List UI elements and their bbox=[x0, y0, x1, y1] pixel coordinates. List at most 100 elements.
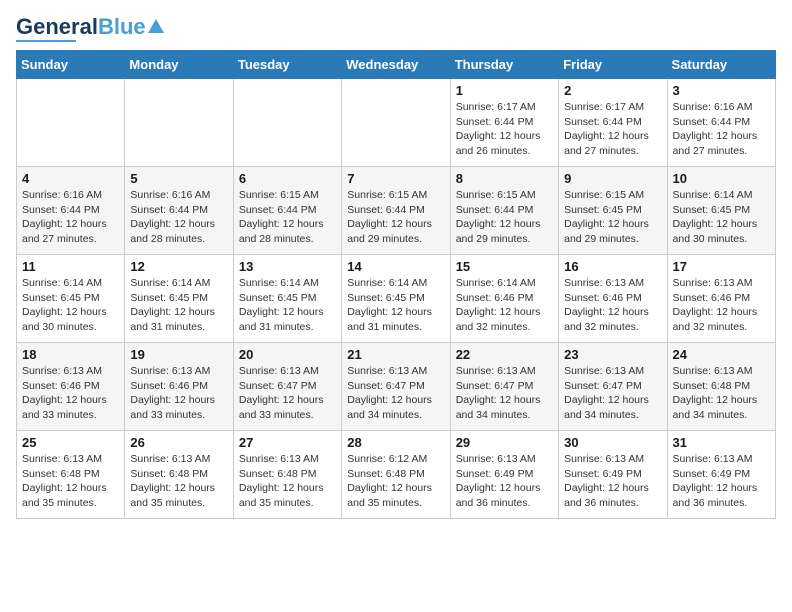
calendar-week-1: 1 Sunrise: 6:17 AMSunset: 6:44 PMDaylight… bbox=[17, 79, 776, 167]
calendar-cell: 13Sunrise: 6:14 AMSunset: 6:45 PMDayligh… bbox=[233, 255, 341, 343]
day-number: 13 bbox=[239, 259, 336, 274]
header-day-sunday: Sunday bbox=[17, 51, 125, 79]
day-info: Sunrise: 6:13 AMSunset: 6:46 PMDaylight:… bbox=[564, 276, 661, 335]
day-number: 21 bbox=[347, 347, 444, 362]
day-info: Sunrise: 6:14 AMSunset: 6:45 PMDaylight:… bbox=[22, 276, 119, 335]
header-day-saturday: Saturday bbox=[667, 51, 775, 79]
day-info: Sunrise: 6:13 AMSunset: 6:46 PMDaylight:… bbox=[673, 276, 770, 335]
day-info: Sunrise: 6:13 AMSunset: 6:48 PMDaylight:… bbox=[239, 452, 336, 511]
day-number: 5 bbox=[130, 171, 227, 186]
calendar-cell: 30 Sunrise: 6:13 AMSunset: 6:49 PMDayligh… bbox=[559, 431, 667, 519]
header-day-thursday: Thursday bbox=[450, 51, 558, 79]
header-day-wednesday: Wednesday bbox=[342, 51, 450, 79]
day-info: Sunrise: 6:15 AMSunset: 6:44 PMDaylight:… bbox=[347, 188, 444, 247]
day-number: 3 bbox=[673, 83, 770, 98]
calendar-cell: 27Sunrise: 6:13 AMSunset: 6:48 PMDayligh… bbox=[233, 431, 341, 519]
calendar-cell: 2 Sunrise: 6:17 AMSunset: 6:44 PMDaylight… bbox=[559, 79, 667, 167]
calendar-cell: 21 Sunrise: 6:13 AMSunset: 6:47 PMDayligh… bbox=[342, 343, 450, 431]
calendar-cell: 16 Sunrise: 6:13 AMSunset: 6:46 PMDayligh… bbox=[559, 255, 667, 343]
calendar-cell: 12Sunrise: 6:14 AMSunset: 6:45 PMDayligh… bbox=[125, 255, 233, 343]
calendar-cell: 17Sunrise: 6:13 AMSunset: 6:46 PMDayligh… bbox=[667, 255, 775, 343]
calendar-week-4: 18 Sunrise: 6:13 AMSunset: 6:46 PMDayligh… bbox=[17, 343, 776, 431]
calendar-week-5: 25 Sunrise: 6:13 AMSunset: 6:48 PMDayligh… bbox=[17, 431, 776, 519]
calendar-cell: 4 Sunrise: 6:16 AMSunset: 6:44 PMDaylight… bbox=[17, 167, 125, 255]
calendar-cell: 19 Sunrise: 6:13 AMSunset: 6:46 PMDayligh… bbox=[125, 343, 233, 431]
day-number: 15 bbox=[456, 259, 553, 274]
calendar-cell: 7Sunrise: 6:15 AMSunset: 6:44 PMDaylight… bbox=[342, 167, 450, 255]
calendar-cell: 15 Sunrise: 6:14 AMSunset: 6:46 PMDayligh… bbox=[450, 255, 558, 343]
day-info: Sunrise: 6:13 AMSunset: 6:49 PMDaylight:… bbox=[673, 452, 770, 511]
day-number: 19 bbox=[130, 347, 227, 362]
calendar-cell: 8Sunrise: 6:15 AMSunset: 6:44 PMDaylight… bbox=[450, 167, 558, 255]
day-info: Sunrise: 6:16 AMSunset: 6:44 PMDaylight:… bbox=[22, 188, 119, 247]
calendar-cell: 3 Sunrise: 6:16 AMSunset: 6:44 PMDaylight… bbox=[667, 79, 775, 167]
day-number: 25 bbox=[22, 435, 119, 450]
calendar-cell: 1 Sunrise: 6:17 AMSunset: 6:44 PMDaylight… bbox=[450, 79, 558, 167]
logo-icon bbox=[148, 19, 164, 35]
calendar-cell: 20Sunrise: 6:13 AMSunset: 6:47 PMDayligh… bbox=[233, 343, 341, 431]
day-info: Sunrise: 6:17 AMSunset: 6:44 PMDaylight:… bbox=[564, 100, 661, 159]
calendar-cell: 9Sunrise: 6:15 AMSunset: 6:45 PMDaylight… bbox=[559, 167, 667, 255]
calendar-cell: 18 Sunrise: 6:13 AMSunset: 6:46 PMDayligh… bbox=[17, 343, 125, 431]
day-number: 23 bbox=[564, 347, 661, 362]
day-info: Sunrise: 6:13 AMSunset: 6:47 PMDaylight:… bbox=[347, 364, 444, 423]
day-info: Sunrise: 6:13 AMSunset: 6:49 PMDaylight:… bbox=[456, 452, 553, 511]
day-number: 2 bbox=[564, 83, 661, 98]
day-number: 14 bbox=[347, 259, 444, 274]
day-info: Sunrise: 6:13 AMSunset: 6:46 PMDaylight:… bbox=[22, 364, 119, 423]
calendar-cell: 11 Sunrise: 6:14 AMSunset: 6:45 PMDayligh… bbox=[17, 255, 125, 343]
day-info: Sunrise: 6:13 AMSunset: 6:47 PMDaylight:… bbox=[456, 364, 553, 423]
day-info: Sunrise: 6:16 AMSunset: 6:44 PMDaylight:… bbox=[673, 100, 770, 159]
logo-underline bbox=[16, 40, 76, 42]
calendar-cell: 6Sunrise: 6:15 AMSunset: 6:44 PMDaylight… bbox=[233, 167, 341, 255]
day-info: Sunrise: 6:13 AMSunset: 6:48 PMDaylight:… bbox=[22, 452, 119, 511]
header-day-tuesday: Tuesday bbox=[233, 51, 341, 79]
day-info: Sunrise: 6:17 AMSunset: 6:44 PMDaylight:… bbox=[456, 100, 553, 159]
calendar-cell: 23 Sunrise: 6:13 AMSunset: 6:47 PMDayligh… bbox=[559, 343, 667, 431]
calendar-cell: 29Sunrise: 6:13 AMSunset: 6:49 PMDayligh… bbox=[450, 431, 558, 519]
calendar-cell: 28 Sunrise: 6:12 AMSunset: 6:48 PMDayligh… bbox=[342, 431, 450, 519]
day-number: 11 bbox=[22, 259, 119, 274]
calendar-cell: 31Sunrise: 6:13 AMSunset: 6:49 PMDayligh… bbox=[667, 431, 775, 519]
day-number: 10 bbox=[673, 171, 770, 186]
day-info: Sunrise: 6:14 AMSunset: 6:46 PMDaylight:… bbox=[456, 276, 553, 335]
day-number: 30 bbox=[564, 435, 661, 450]
calendar-cell bbox=[233, 79, 341, 167]
header-day-friday: Friday bbox=[559, 51, 667, 79]
day-info: Sunrise: 6:12 AMSunset: 6:48 PMDaylight:… bbox=[347, 452, 444, 511]
header-day-monday: Monday bbox=[125, 51, 233, 79]
day-info: Sunrise: 6:13 AMSunset: 6:49 PMDaylight:… bbox=[564, 452, 661, 511]
logo: GeneralBlue bbox=[16, 16, 164, 42]
day-info: Sunrise: 6:13 AMSunset: 6:47 PMDaylight:… bbox=[564, 364, 661, 423]
day-info: Sunrise: 6:14 AMSunset: 6:45 PMDaylight:… bbox=[130, 276, 227, 335]
day-info: Sunrise: 6:13 AMSunset: 6:46 PMDaylight:… bbox=[130, 364, 227, 423]
calendar-cell: 26 Sunrise: 6:13 AMSunset: 6:48 PMDayligh… bbox=[125, 431, 233, 519]
day-info: Sunrise: 6:15 AMSunset: 6:45 PMDaylight:… bbox=[564, 188, 661, 247]
day-number: 4 bbox=[22, 171, 119, 186]
calendar-cell bbox=[17, 79, 125, 167]
day-info: Sunrise: 6:13 AMSunset: 6:47 PMDaylight:… bbox=[239, 364, 336, 423]
day-number: 1 bbox=[456, 83, 553, 98]
calendar-cell: 24Sunrise: 6:13 AMSunset: 6:48 PMDayligh… bbox=[667, 343, 775, 431]
logo-text: GeneralBlue bbox=[16, 16, 146, 38]
calendar-cell: 5 Sunrise: 6:16 AMSunset: 6:44 PMDaylight… bbox=[125, 167, 233, 255]
day-info: Sunrise: 6:14 AMSunset: 6:45 PMDaylight:… bbox=[673, 188, 770, 247]
page-header: GeneralBlue bbox=[16, 16, 776, 42]
day-number: 22 bbox=[456, 347, 553, 362]
day-number: 6 bbox=[239, 171, 336, 186]
day-info: Sunrise: 6:13 AMSunset: 6:48 PMDaylight:… bbox=[130, 452, 227, 511]
day-number: 18 bbox=[22, 347, 119, 362]
day-info: Sunrise: 6:13 AMSunset: 6:48 PMDaylight:… bbox=[673, 364, 770, 423]
calendar-cell: 14 Sunrise: 6:14 AMSunset: 6:45 PMDayligh… bbox=[342, 255, 450, 343]
calendar-cell: 22 Sunrise: 6:13 AMSunset: 6:47 PMDayligh… bbox=[450, 343, 558, 431]
day-number: 16 bbox=[564, 259, 661, 274]
calendar-week-2: 4 Sunrise: 6:16 AMSunset: 6:44 PMDaylight… bbox=[17, 167, 776, 255]
day-info: Sunrise: 6:14 AMSunset: 6:45 PMDaylight:… bbox=[347, 276, 444, 335]
calendar-cell bbox=[125, 79, 233, 167]
day-info: Sunrise: 6:16 AMSunset: 6:44 PMDaylight:… bbox=[130, 188, 227, 247]
day-number: 26 bbox=[130, 435, 227, 450]
calendar-cell bbox=[342, 79, 450, 167]
calendar-cell: 25 Sunrise: 6:13 AMSunset: 6:48 PMDayligh… bbox=[17, 431, 125, 519]
day-number: 28 bbox=[347, 435, 444, 450]
calendar-cell: 10 Sunrise: 6:14 AMSunset: 6:45 PMDayligh… bbox=[667, 167, 775, 255]
